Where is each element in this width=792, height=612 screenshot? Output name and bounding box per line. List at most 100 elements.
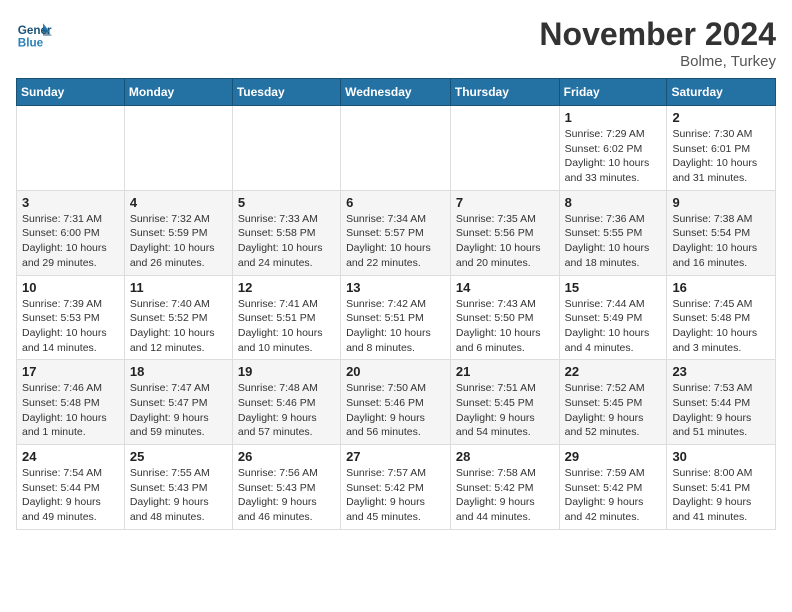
calendar-cell: 13 Sunrise: 7:42 AMSunset: 5:51 PMDayligh…	[341, 275, 451, 360]
calendar-cell: 7 Sunrise: 7:35 AMSunset: 5:56 PMDaylight…	[450, 190, 559, 275]
col-friday: Friday	[559, 79, 667, 106]
col-tuesday: Tuesday	[232, 79, 340, 106]
calendar-cell	[341, 106, 451, 191]
day-info: Sunrise: 7:45 AMSunset: 5:48 PMDaylight:…	[672, 297, 770, 356]
day-info: Sunrise: 7:30 AMSunset: 6:01 PMDaylight:…	[672, 127, 770, 186]
day-info: Sunrise: 7:44 AMSunset: 5:49 PMDaylight:…	[565, 297, 662, 356]
day-number: 11	[130, 280, 227, 295]
day-info: Sunrise: 7:39 AMSunset: 5:53 PMDaylight:…	[22, 297, 119, 356]
day-number: 13	[346, 280, 445, 295]
day-info: Sunrise: 7:32 AMSunset: 5:59 PMDaylight:…	[130, 212, 227, 271]
day-info: Sunrise: 7:31 AMSunset: 6:00 PMDaylight:…	[22, 212, 119, 271]
day-number: 4	[130, 195, 227, 210]
calendar-cell: 28 Sunrise: 7:58 AMSunset: 5:42 PMDayligh…	[450, 445, 559, 530]
calendar-week-3: 10 Sunrise: 7:39 AMSunset: 5:53 PMDayligh…	[17, 275, 776, 360]
calendar-cell: 10 Sunrise: 7:39 AMSunset: 5:53 PMDayligh…	[17, 275, 125, 360]
day-number: 9	[672, 195, 770, 210]
day-info: Sunrise: 7:29 AMSunset: 6:02 PMDaylight:…	[565, 127, 662, 186]
day-number: 25	[130, 449, 227, 464]
day-info: Sunrise: 7:43 AMSunset: 5:50 PMDaylight:…	[456, 297, 554, 356]
calendar-cell: 19 Sunrise: 7:48 AMSunset: 5:46 PMDayligh…	[232, 360, 340, 445]
day-info: Sunrise: 7:35 AMSunset: 5:56 PMDaylight:…	[456, 212, 554, 271]
logo-icon: General Blue	[16, 16, 52, 52]
day-info: Sunrise: 8:00 AMSunset: 5:41 PMDaylight:…	[672, 466, 770, 525]
logo: General Blue	[16, 16, 52, 52]
calendar-cell: 3 Sunrise: 7:31 AMSunset: 6:00 PMDaylight…	[17, 190, 125, 275]
day-number: 14	[456, 280, 554, 295]
calendar-week-4: 17 Sunrise: 7:46 AMSunset: 5:48 PMDayligh…	[17, 360, 776, 445]
day-info: Sunrise: 7:42 AMSunset: 5:51 PMDaylight:…	[346, 297, 445, 356]
col-wednesday: Wednesday	[341, 79, 451, 106]
col-monday: Monday	[124, 79, 232, 106]
day-number: 10	[22, 280, 119, 295]
day-info: Sunrise: 7:57 AMSunset: 5:42 PMDaylight:…	[346, 466, 445, 525]
calendar-cell: 21 Sunrise: 7:51 AMSunset: 5:45 PMDayligh…	[450, 360, 559, 445]
calendar-cell: 6Sunrise: 7:34 AMSunset: 5:57 PMDaylight…	[341, 190, 451, 275]
day-number: 22	[565, 364, 662, 379]
day-number: 16	[672, 280, 770, 295]
col-saturday: Saturday	[667, 79, 776, 106]
calendar-cell: 27 Sunrise: 7:57 AMSunset: 5:42 PMDayligh…	[341, 445, 451, 530]
day-number: 15	[565, 280, 662, 295]
calendar-cell: 1 Sunrise: 7:29 AMSunset: 6:02 PMDaylight…	[559, 106, 667, 191]
day-info: Sunrise: 7:48 AMSunset: 5:46 PMDaylight:…	[238, 381, 335, 440]
day-number: 3	[22, 195, 119, 210]
day-info: Sunrise: 7:40 AMSunset: 5:52 PMDaylight:…	[130, 297, 227, 356]
day-number: 17	[22, 364, 119, 379]
day-number: 8	[565, 195, 662, 210]
calendar-cell: 26 Sunrise: 7:56 AMSunset: 5:43 PMDayligh…	[232, 445, 340, 530]
day-number: 23	[672, 364, 770, 379]
day-number: 26	[238, 449, 335, 464]
day-number: 5	[238, 195, 335, 210]
day-info: Sunrise: 7:51 AMSunset: 5:45 PMDaylight:…	[456, 381, 554, 440]
calendar-week-1: 1 Sunrise: 7:29 AMSunset: 6:02 PMDaylight…	[17, 106, 776, 191]
calendar-cell: 24Sunrise: 7:54 AMSunset: 5:44 PMDayligh…	[17, 445, 125, 530]
day-number: 6	[346, 195, 445, 210]
day-number: 21	[456, 364, 554, 379]
calendar-cell	[17, 106, 125, 191]
calendar-week-5: 24Sunrise: 7:54 AMSunset: 5:44 PMDayligh…	[17, 445, 776, 530]
day-number: 19	[238, 364, 335, 379]
day-number: 18	[130, 364, 227, 379]
location: Bolme, Turkey	[539, 53, 776, 70]
calendar-week-2: 3 Sunrise: 7:31 AMSunset: 6:00 PMDaylight…	[17, 190, 776, 275]
day-number: 12	[238, 280, 335, 295]
day-number: 28	[456, 449, 554, 464]
page-header: General Blue November 2024 Bolme, Turkey	[16, 16, 776, 70]
day-info: Sunrise: 7:47 AMSunset: 5:47 PMDaylight:…	[130, 381, 227, 440]
title-block: November 2024 Bolme, Turkey	[539, 16, 776, 70]
day-info: Sunrise: 7:38 AMSunset: 5:54 PMDaylight:…	[672, 212, 770, 271]
day-info: Sunrise: 7:46 AMSunset: 5:48 PMDaylight:…	[22, 381, 119, 440]
calendar-table: Sunday Monday Tuesday Wednesday Thursday…	[16, 78, 776, 530]
day-info: Sunrise: 7:58 AMSunset: 5:42 PMDaylight:…	[456, 466, 554, 525]
day-info: Sunrise: 7:53 AMSunset: 5:44 PMDaylight:…	[672, 381, 770, 440]
day-info: Sunrise: 7:55 AMSunset: 5:43 PMDaylight:…	[130, 466, 227, 525]
day-number: 20	[346, 364, 445, 379]
calendar-cell: 8 Sunrise: 7:36 AMSunset: 5:55 PMDaylight…	[559, 190, 667, 275]
calendar-cell: 17 Sunrise: 7:46 AMSunset: 5:48 PMDayligh…	[17, 360, 125, 445]
day-number: 7	[456, 195, 554, 210]
day-number: 27	[346, 449, 445, 464]
calendar-cell: 2Sunrise: 7:30 AMSunset: 6:01 PMDaylight…	[667, 106, 776, 191]
col-sunday: Sunday	[17, 79, 125, 106]
day-info: Sunrise: 7:52 AMSunset: 5:45 PMDaylight:…	[565, 381, 662, 440]
day-info: Sunrise: 7:33 AMSunset: 5:58 PMDaylight:…	[238, 212, 335, 271]
calendar-cell	[232, 106, 340, 191]
day-info: Sunrise: 7:59 AMSunset: 5:42 PMDaylight:…	[565, 466, 662, 525]
calendar-cell: 18 Sunrise: 7:47 AMSunset: 5:47 PMDayligh…	[124, 360, 232, 445]
calendar-cell: 9 Sunrise: 7:38 AMSunset: 5:54 PMDaylight…	[667, 190, 776, 275]
calendar-cell: 29Sunrise: 7:59 AMSunset: 5:42 PMDayligh…	[559, 445, 667, 530]
month-title: November 2024	[539, 16, 776, 53]
calendar-cell: 11 Sunrise: 7:40 AMSunset: 5:52 PMDayligh…	[124, 275, 232, 360]
calendar-cell: 4 Sunrise: 7:32 AMSunset: 5:59 PMDaylight…	[124, 190, 232, 275]
calendar-cell: 5 Sunrise: 7:33 AMSunset: 5:58 PMDaylight…	[232, 190, 340, 275]
col-thursday: Thursday	[450, 79, 559, 106]
calendar-cell: 15 Sunrise: 7:44 AMSunset: 5:49 PMDayligh…	[559, 275, 667, 360]
day-info: Sunrise: 7:56 AMSunset: 5:43 PMDaylight:…	[238, 466, 335, 525]
day-info: Sunrise: 7:54 AMSunset: 5:44 PMDaylight:…	[22, 466, 119, 525]
calendar-cell: 23 Sunrise: 7:53 AMSunset: 5:44 PMDayligh…	[667, 360, 776, 445]
svg-text:Blue: Blue	[18, 37, 44, 50]
day-info: Sunrise: 7:36 AMSunset: 5:55 PMDaylight:…	[565, 212, 662, 271]
calendar-cell: 22 Sunrise: 7:52 AMSunset: 5:45 PMDayligh…	[559, 360, 667, 445]
day-number: 1	[565, 110, 662, 125]
